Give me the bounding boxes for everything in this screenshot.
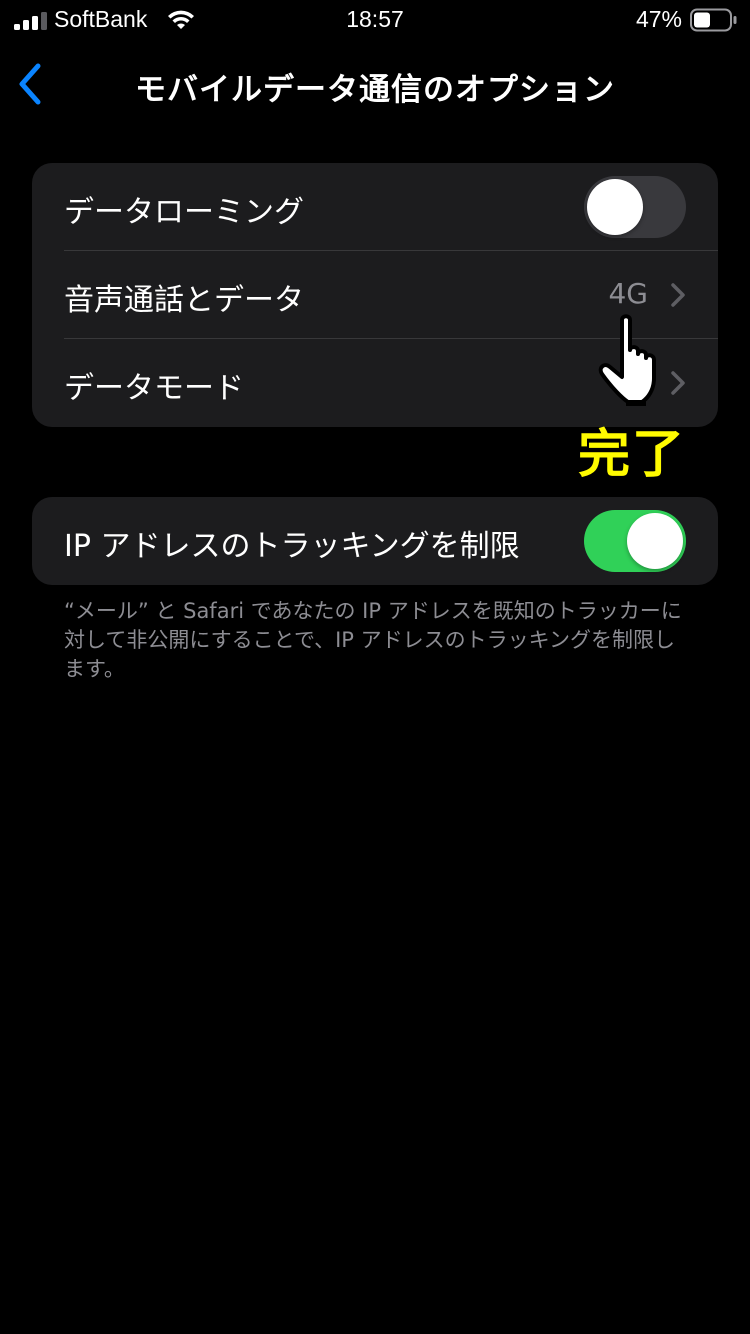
data-roaming-toggle[interactable] xyxy=(584,176,686,238)
voice-and-data-value: 4G xyxy=(608,277,648,310)
limit-ip-tracking-toggle[interactable] xyxy=(584,510,686,572)
battery-icon xyxy=(690,8,737,32)
data-roaming-row: データローミング xyxy=(32,163,718,251)
toggle-knob xyxy=(627,513,683,569)
settings-group-privacy: IP アドレスのトラッキングを制限 xyxy=(32,497,718,585)
battery-percentage: 47% xyxy=(635,6,682,32)
chevron-right-icon xyxy=(671,371,685,395)
done-annotation: 完了 xyxy=(578,425,687,485)
voice-and-data-label: 音声通話とデータ xyxy=(64,283,304,318)
data-mode-label: データモード xyxy=(64,371,244,406)
navigation-bar: モバイルデータ通信のオプション xyxy=(0,44,750,124)
footer-note: “メール” と Safari であなたの IP アドレスを既知のトラッカーに対し… xyxy=(64,599,682,681)
data-roaming-label: データローミング xyxy=(64,195,304,230)
status-bar: SoftBank 18:57 47% xyxy=(0,0,750,40)
limit-ip-tracking-label: IP アドレスのトラッキングを制限 xyxy=(64,529,520,564)
page-title: モバイルデータ通信のオプション xyxy=(135,72,615,108)
limit-ip-tracking-row: IP アドレスのトラッキングを制限 xyxy=(32,497,718,585)
chevron-right-icon xyxy=(671,283,685,307)
pointing-hand-icon xyxy=(598,314,656,406)
toggle-knob xyxy=(587,179,643,235)
